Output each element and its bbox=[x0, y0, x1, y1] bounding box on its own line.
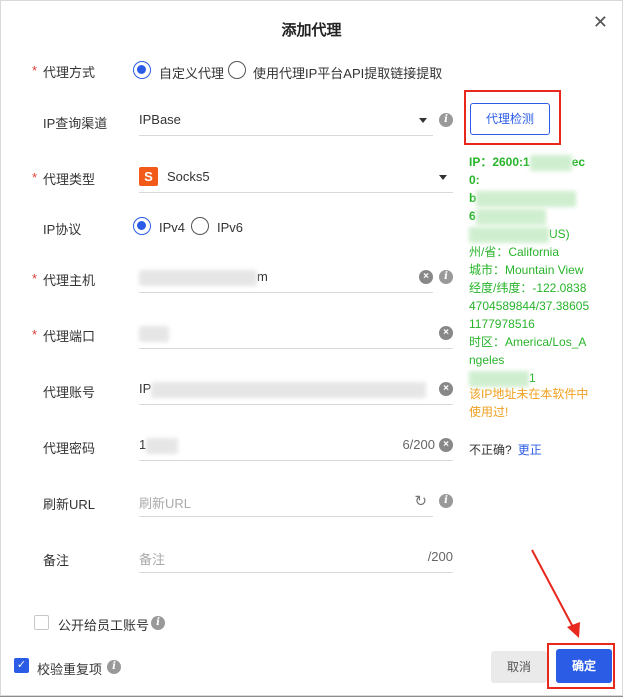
arrow-line bbox=[531, 549, 575, 630]
radio-custom-proxy-label[interactable]: 自定义代理 bbox=[159, 63, 224, 82]
cancel-button[interactable]: 取消 bbox=[491, 651, 547, 683]
arrow-head bbox=[567, 622, 580, 638]
ip-channel-select[interactable]: IPBase bbox=[139, 106, 433, 136]
clear-icon[interactable]: × bbox=[419, 270, 433, 284]
info-icon[interactable]: i bbox=[107, 660, 121, 674]
account-input[interactable]: IP × bbox=[139, 375, 453, 405]
password-label: 代理密码 bbox=[43, 441, 96, 456]
result-ip-line3: 6 bbox=[469, 209, 476, 223]
result-ip-line2: b bbox=[469, 191, 477, 205]
dedupe-label[interactable]: 校验重复项 bbox=[37, 659, 102, 678]
account-label: 代理账号 bbox=[43, 385, 96, 400]
ip-channel-value: IPBase bbox=[139, 112, 181, 127]
refresh-url-placeholder: 刷新URL bbox=[139, 496, 192, 511]
fix-link[interactable]: 更正 bbox=[518, 443, 542, 457]
info-icon[interactable]: i bbox=[439, 270, 453, 284]
required-mark: * bbox=[32, 170, 38, 185]
host-input[interactable]: m × bbox=[139, 263, 433, 293]
check-result: IP：2600:1 ec0: b 6 US) 州/省：California 城市：… bbox=[469, 153, 593, 387]
required-mark: * bbox=[32, 271, 38, 286]
refresh-url-input[interactable]: 刷新URL ↻ bbox=[139, 487, 433, 517]
result-city: 城市：Mountain View bbox=[469, 263, 584, 277]
password-counter: 6/200 bbox=[402, 437, 435, 452]
radio-api-extract-label[interactable]: 使用代理IP平台API提取链接提取 bbox=[253, 63, 442, 82]
ip-protocol-label: IP协议 bbox=[43, 222, 82, 237]
redacted-text bbox=[476, 190, 577, 207]
share-checkbox[interactable] bbox=[34, 615, 49, 630]
result-country: US) bbox=[549, 227, 570, 241]
password-input[interactable]: 1 6/200 × bbox=[139, 431, 453, 461]
radio-ipv6-label[interactable]: IPv6 bbox=[217, 220, 243, 235]
clear-icon[interactable]: × bbox=[439, 326, 453, 340]
port-input[interactable]: × bbox=[139, 319, 453, 349]
host-value: m bbox=[257, 269, 268, 284]
remark-placeholder: 备注 bbox=[139, 552, 166, 567]
result-zip: 1 bbox=[529, 371, 536, 385]
remark-input[interactable]: 备注 /200 bbox=[139, 543, 453, 573]
dialog-title: 添加代理 bbox=[281, 22, 342, 39]
incorrect-label: 不正确? bbox=[469, 443, 512, 457]
result-ip: IP：2600:1 bbox=[469, 155, 530, 169]
account-value: IP bbox=[139, 381, 152, 396]
info-icon[interactable]: i bbox=[439, 113, 453, 127]
remark-counter: /200 bbox=[427, 549, 453, 564]
redacted-text bbox=[151, 381, 427, 398]
clear-icon[interactable]: × bbox=[439, 438, 453, 452]
info-icon[interactable]: i bbox=[151, 616, 165, 630]
close-icon[interactable]: ✕ bbox=[593, 13, 608, 31]
redacted-text bbox=[139, 269, 257, 286]
radio-ipv6[interactable] bbox=[191, 217, 209, 235]
redacted-text bbox=[529, 154, 572, 171]
socks-icon: S bbox=[139, 167, 158, 186]
required-mark: * bbox=[32, 327, 38, 342]
radio-custom-proxy[interactable] bbox=[133, 61, 151, 79]
add-proxy-dialog: 添加代理 ✕ * 代理方式 自定义代理 使用代理IP平台API提取链接提取 IP… bbox=[0, 0, 623, 696]
result-timezone: 时区：America/Los_Angeles bbox=[469, 335, 587, 367]
share-label[interactable]: 公开给员工账号 bbox=[58, 615, 149, 634]
redacted-text bbox=[475, 208, 546, 225]
result-coords: 经度/纬度：-122.08384704589844/37.38605117797… bbox=[469, 281, 590, 331]
port-label: 代理端口 bbox=[43, 329, 96, 344]
required-mark: * bbox=[32, 63, 38, 78]
password-value: 1 bbox=[139, 437, 147, 452]
caret-down-icon bbox=[439, 175, 447, 180]
refresh-url-label: 刷新URL bbox=[43, 497, 96, 512]
clear-icon[interactable]: × bbox=[439, 382, 453, 396]
redacted-text bbox=[146, 437, 179, 454]
proxy-type-value: Socks5 bbox=[167, 169, 210, 184]
result-state: 州/省：California bbox=[469, 245, 560, 259]
proxy-mode-label: 代理方式 bbox=[43, 65, 96, 80]
radio-ipv4-label[interactable]: IPv4 bbox=[159, 220, 185, 235]
proxy-type-label: 代理类型 bbox=[43, 172, 96, 187]
dedupe-checkbox[interactable]: ✓ bbox=[14, 658, 29, 673]
proxy-type-select[interactable]: S Socks5 bbox=[139, 163, 453, 193]
radio-api-extract[interactable] bbox=[228, 61, 246, 79]
redacted-text bbox=[139, 325, 169, 342]
remark-label: 备注 bbox=[43, 553, 70, 568]
host-label: 代理主机 bbox=[43, 273, 96, 288]
ip-channel-label: IP查询渠道 bbox=[43, 116, 108, 131]
caret-down-icon bbox=[419, 118, 427, 123]
highlight-box-ok bbox=[547, 643, 615, 689]
incorrect-row: 不正确? 更正 bbox=[469, 441, 542, 458]
unused-ip-warning: 该IP地址未在本软件中使用过! bbox=[469, 387, 589, 419]
redacted-text bbox=[469, 226, 549, 243]
refresh-icon[interactable]: ↻ bbox=[414, 492, 427, 510]
info-icon[interactable]: i bbox=[439, 494, 453, 508]
radio-ipv4[interactable] bbox=[133, 217, 151, 235]
highlight-box-check bbox=[464, 90, 561, 145]
